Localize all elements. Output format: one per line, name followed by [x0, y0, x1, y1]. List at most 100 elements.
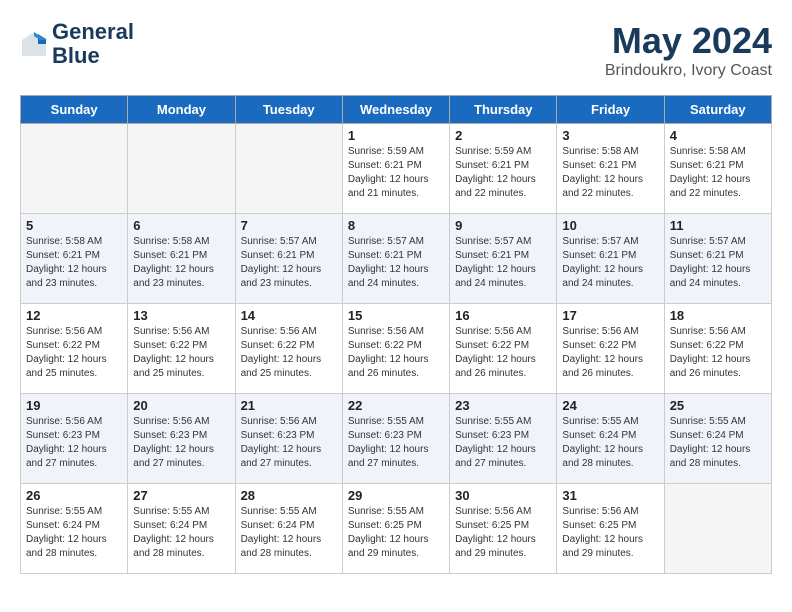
table-row: 29Sunrise: 5:55 AM Sunset: 6:25 PM Dayli…: [342, 484, 449, 574]
table-row: 5 Sunrise: 5:58 AM Sunset: 6:21 PM Daylig…: [21, 214, 128, 304]
cell-info: Sunrise: 5:59 AM Sunset: 6:21 PM Dayligh…: [348, 145, 444, 201]
cell-info: Sunrise: 5:56 AM Sunset: 6:22 PM Dayligh…: [562, 325, 658, 381]
cell-day-number: 24: [562, 398, 658, 413]
cell-info: Sunrise: 5:58 AM Sunset: 6:21 PM Dayligh…: [26, 235, 122, 291]
cell-info: Sunrise: 5:55 AM Sunset: 6:23 PM Dayligh…: [455, 415, 551, 471]
table-row: 12 Sunrise: 5:56 AM Sunset: 6:22 PM Dayli…: [21, 304, 128, 394]
page-header: General Blue May 2024 Brindoukro, Ivory …: [20, 20, 772, 80]
cell-info: Sunrise: 5:56 AM Sunset: 6:22 PM Dayligh…: [26, 325, 122, 381]
table-row: 22 Sunrise: 5:55 AM Sunset: 6:23 PM Dayli…: [342, 394, 449, 484]
cell-info: Sunrise: 5:55 AM Sunset: 6:24 PM Dayligh…: [670, 415, 766, 471]
cell-day-number: 15: [348, 308, 444, 323]
cell-day-number: 19: [26, 398, 122, 413]
table-row: 14Sunrise: 5:56 AM Sunset: 6:22 PM Dayli…: [235, 304, 342, 394]
cell-day-number: 18: [670, 308, 766, 323]
cell-day-number: 8: [348, 218, 444, 233]
table-row: 30 Sunrise: 5:56 AM Sunset: 6:25 PM Dayli…: [450, 484, 557, 574]
cell-info: Sunrise: 5:56 AM Sunset: 6:25 PM Dayligh…: [455, 505, 551, 561]
cell-info: Sunrise: 5:56 AM Sunset: 6:22 PM Dayligh…: [670, 325, 766, 381]
cell-day-number: 4: [670, 128, 766, 143]
cell-info: Sunrise: 5:56 AM Sunset: 6:22 PM Dayligh…: [133, 325, 229, 381]
cell-info: Sunrise: 5:56 AM Sunset: 6:22 PM Dayligh…: [348, 325, 444, 381]
cell-info: Sunrise: 5:57 AM Sunset: 6:21 PM Dayligh…: [348, 235, 444, 291]
table-row: [235, 124, 342, 214]
table-row: 10Sunrise: 5:57 AM Sunset: 6:21 PM Dayli…: [557, 214, 664, 304]
cell-day-number: 22: [348, 398, 444, 413]
cell-day-number: 23: [455, 398, 551, 413]
table-row: 15 Sunrise: 5:56 AM Sunset: 6:22 PM Dayli…: [342, 304, 449, 394]
cell-info: Sunrise: 5:58 AM Sunset: 6:21 PM Dayligh…: [133, 235, 229, 291]
cell-info: Sunrise: 5:56 AM Sunset: 6:25 PM Dayligh…: [562, 505, 658, 561]
month-year: May 2024: [605, 20, 772, 62]
cell-day-number: 5: [26, 218, 122, 233]
table-row: [664, 484, 771, 574]
table-row: 26 Sunrise: 5:55 AM Sunset: 6:24 PM Dayli…: [21, 484, 128, 574]
table-row: 2 Sunrise: 5:59 AM Sunset: 6:21 PM Daylig…: [450, 124, 557, 214]
cell-day-number: 11: [670, 218, 766, 233]
cell-day-number: 20: [133, 398, 229, 413]
cell-day-number: 3: [562, 128, 658, 143]
cell-info: Sunrise: 5:57 AM Sunset: 6:21 PM Dayligh…: [455, 235, 551, 291]
table-row: 24 Sunrise: 5:55 AM Sunset: 6:24 PM Dayli…: [557, 394, 664, 484]
table-row: [128, 124, 235, 214]
table-row: 7 Sunrise: 5:57 AM Sunset: 6:21 PM Daylig…: [235, 214, 342, 304]
table-row: 20Sunrise: 5:56 AM Sunset: 6:23 PM Dayli…: [128, 394, 235, 484]
cell-day-number: 12: [26, 308, 122, 323]
logo-icon: [20, 30, 48, 58]
day-header-tuesday: Tuesday: [235, 96, 342, 124]
cell-info: Sunrise: 5:56 AM Sunset: 6:23 PM Dayligh…: [241, 415, 337, 471]
table-row: 23 Sunrise: 5:55 AM Sunset: 6:23 PM Dayli…: [450, 394, 557, 484]
table-row: [21, 124, 128, 214]
table-row: 1 Sunrise: 5:59 AM Sunset: 6:21 PM Daylig…: [342, 124, 449, 214]
table-row: 17 Sunrise: 5:56 AM Sunset: 6:22 PM Dayli…: [557, 304, 664, 394]
cell-info: Sunrise: 5:57 AM Sunset: 6:21 PM Dayligh…: [241, 235, 337, 291]
cell-day-number: 6: [133, 218, 229, 233]
cell-info: Sunrise: 5:55 AM Sunset: 6:24 PM Dayligh…: [241, 505, 337, 561]
cell-info: Sunrise: 5:56 AM Sunset: 6:23 PM Dayligh…: [26, 415, 122, 471]
table-row: 6 Sunrise: 5:58 AM Sunset: 6:21 PM Daylig…: [128, 214, 235, 304]
cell-info: Sunrise: 5:58 AM Sunset: 6:21 PM Dayligh…: [670, 145, 766, 201]
cell-day-number: 30: [455, 488, 551, 503]
cell-day-number: 14: [241, 308, 337, 323]
table-row: 25 Sunrise: 5:55 AM Sunset: 6:24 PM Dayli…: [664, 394, 771, 484]
table-row: 4 Sunrise: 5:58 AM Sunset: 6:21 PM Daylig…: [664, 124, 771, 214]
cell-info: Sunrise: 5:55 AM Sunset: 6:24 PM Dayligh…: [133, 505, 229, 561]
calendar-table: SundayMondayTuesdayWednesdayThursdayFrid…: [20, 95, 772, 574]
cell-info: Sunrise: 5:55 AM Sunset: 6:25 PM Dayligh…: [348, 505, 444, 561]
cell-day-number: 13: [133, 308, 229, 323]
cell-day-number: 2: [455, 128, 551, 143]
cell-info: Sunrise: 5:59 AM Sunset: 6:21 PM Dayligh…: [455, 145, 551, 201]
cell-info: Sunrise: 5:56 AM Sunset: 6:22 PM Dayligh…: [455, 325, 551, 381]
cell-day-number: 17: [562, 308, 658, 323]
table-row: 31Sunrise: 5:56 AM Sunset: 6:25 PM Dayli…: [557, 484, 664, 574]
cell-day-number: 9: [455, 218, 551, 233]
cell-info: Sunrise: 5:58 AM Sunset: 6:21 PM Dayligh…: [562, 145, 658, 201]
table-row: 27Sunrise: 5:55 AM Sunset: 6:24 PM Dayli…: [128, 484, 235, 574]
location: Brindoukro, Ivory Coast: [605, 62, 772, 80]
cell-info: Sunrise: 5:55 AM Sunset: 6:24 PM Dayligh…: [26, 505, 122, 561]
table-row: 16 Sunrise: 5:56 AM Sunset: 6:22 PM Dayli…: [450, 304, 557, 394]
day-header-thursday: Thursday: [450, 96, 557, 124]
title-block: May 2024 Brindoukro, Ivory Coast: [605, 20, 772, 80]
cell-day-number: 16: [455, 308, 551, 323]
cell-day-number: 26: [26, 488, 122, 503]
day-header-monday: Monday: [128, 96, 235, 124]
cell-day-number: 1: [348, 128, 444, 143]
cell-info: Sunrise: 5:57 AM Sunset: 6:21 PM Dayligh…: [670, 235, 766, 291]
cell-day-number: 10: [562, 218, 658, 233]
table-row: 19 Sunrise: 5:56 AM Sunset: 6:23 PM Dayli…: [21, 394, 128, 484]
table-row: 13 Sunrise: 5:56 AM Sunset: 6:22 PM Dayli…: [128, 304, 235, 394]
cell-day-number: 7: [241, 218, 337, 233]
cell-day-number: 25: [670, 398, 766, 413]
cell-info: Sunrise: 5:55 AM Sunset: 6:23 PM Dayligh…: [348, 415, 444, 471]
day-header-sunday: Sunday: [21, 96, 128, 124]
table-row: 3 Sunrise: 5:58 AM Sunset: 6:21 PM Daylig…: [557, 124, 664, 214]
logo-line2: Blue: [52, 44, 134, 68]
logo-line1: General: [52, 20, 134, 44]
cell-day-number: 21: [241, 398, 337, 413]
table-row: 9 Sunrise: 5:57 AM Sunset: 6:21 PM Daylig…: [450, 214, 557, 304]
table-row: 21 Sunrise: 5:56 AM Sunset: 6:23 PM Dayli…: [235, 394, 342, 484]
cell-day-number: 28: [241, 488, 337, 503]
table-row: 11 Sunrise: 5:57 AM Sunset: 6:21 PM Dayli…: [664, 214, 771, 304]
cell-info: Sunrise: 5:55 AM Sunset: 6:24 PM Dayligh…: [562, 415, 658, 471]
